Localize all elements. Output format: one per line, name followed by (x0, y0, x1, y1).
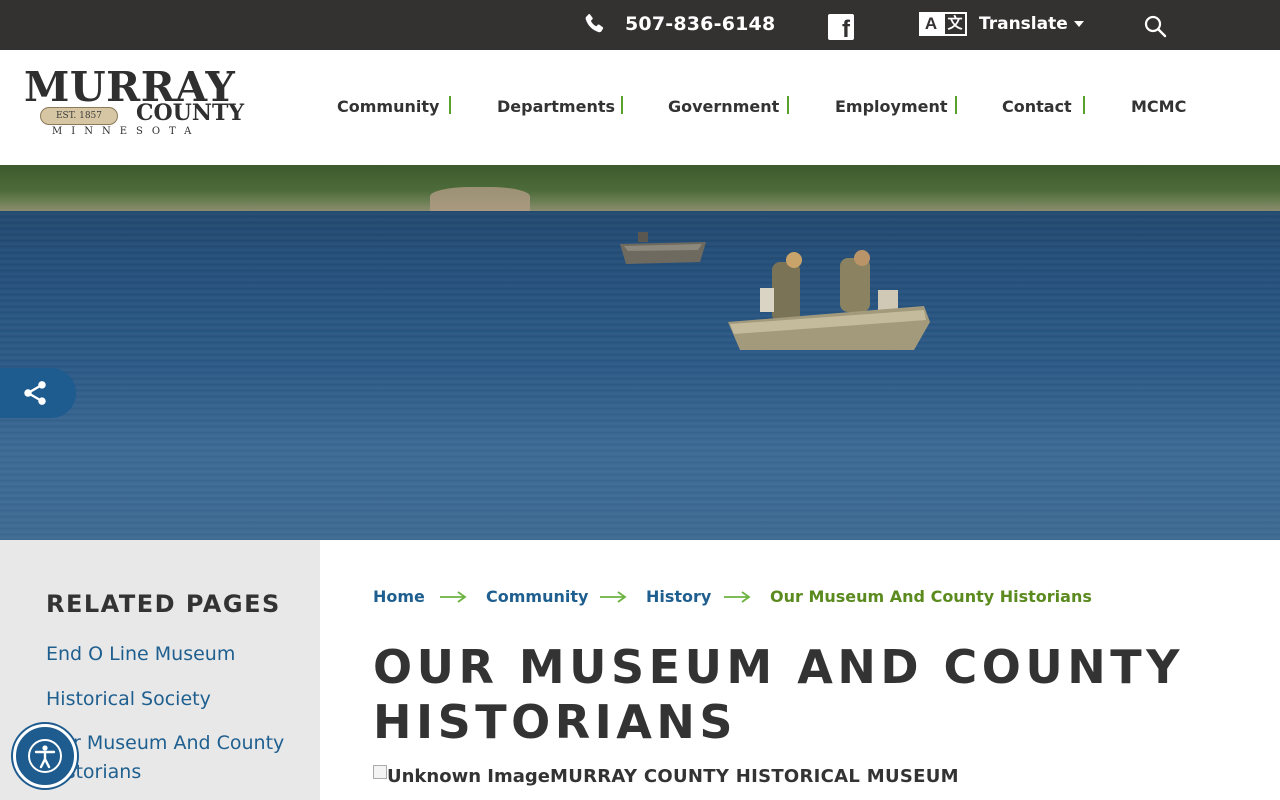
logo-subtitle: COUNTY (136, 100, 245, 126)
broken-image-icon (373, 765, 387, 779)
sidebar-link-historical-society[interactable]: Historical Society (46, 685, 211, 714)
image-caption: MURRAY COUNTY HISTORICAL MUSEUM (549, 766, 959, 787)
nav-employment[interactable]: Employment (835, 96, 948, 118)
logo-est-badge: EST. 1857 (40, 107, 118, 125)
nav-divider (1083, 96, 1085, 114)
nav-government[interactable]: Government (668, 96, 779, 118)
accessibility-button[interactable] (13, 724, 77, 788)
nav-divider (621, 96, 623, 114)
image-alt-text: Unknown Image (387, 766, 550, 787)
phone-icon (585, 14, 604, 33)
arrow-right-icon (440, 591, 467, 603)
nav-contact[interactable]: Contact (1002, 96, 1072, 118)
fishing-boat (728, 250, 930, 350)
phone-number[interactable]: 507-836-6148 (625, 13, 775, 35)
site-logo[interactable]: MURRAY EST. 1857 COUNTY MINNESOTA (24, 66, 254, 142)
broken-image: Unknown Image (373, 764, 550, 790)
hero-image (0, 165, 1280, 540)
translate-dropdown[interactable]: A文 Translate (919, 12, 1084, 36)
breadcrumb-history[interactable]: History (646, 586, 711, 608)
nav-divider (449, 96, 451, 114)
breadcrumb-current: Our Museum And County Historians (770, 587, 1092, 606)
distant-boat (620, 232, 706, 264)
search-icon[interactable] (1143, 14, 1167, 38)
sidebar-title: RELATED PAGES (46, 590, 281, 618)
translate-icon: A文 (919, 12, 967, 36)
nav-community[interactable]: Community (337, 96, 439, 118)
translate-label: Translate (979, 14, 1068, 34)
nav-departments[interactable]: Departments (497, 96, 615, 118)
page-title: OUR MUSEUM AND COUNTY HISTORIANS (373, 640, 1184, 749)
facebook-icon[interactable]: f (828, 14, 854, 42)
breadcrumb-home[interactable]: Home (373, 586, 425, 608)
nav-divider (787, 96, 789, 114)
sidebar-link-end-o-line-museum[interactable]: End O Line Museum (46, 640, 235, 669)
share-icon (24, 381, 46, 405)
accessibility-icon (28, 739, 62, 773)
sidebar-link-our-museum[interactable]: Our Museum And County Historians (46, 729, 296, 787)
share-button[interactable] (0, 368, 76, 418)
hero-shoreline (0, 165, 1280, 211)
nav-divider (955, 96, 957, 114)
arrow-right-icon (600, 591, 627, 603)
nav-mcmc[interactable]: MCMC (1131, 96, 1186, 118)
logo-state: MINNESOTA (52, 126, 201, 137)
caret-down-icon (1073, 21, 1084, 27)
arrow-right-icon (724, 591, 751, 603)
breadcrumb-community[interactable]: Community (486, 586, 588, 608)
utility-bar: 507-836-6148 f A文 Translate (0, 0, 1280, 50)
phone-link[interactable]: 507-836-6148 (582, 12, 775, 36)
museum-image-block: Unknown Image MURRAY COUNTY HISTORICAL M… (373, 764, 959, 790)
